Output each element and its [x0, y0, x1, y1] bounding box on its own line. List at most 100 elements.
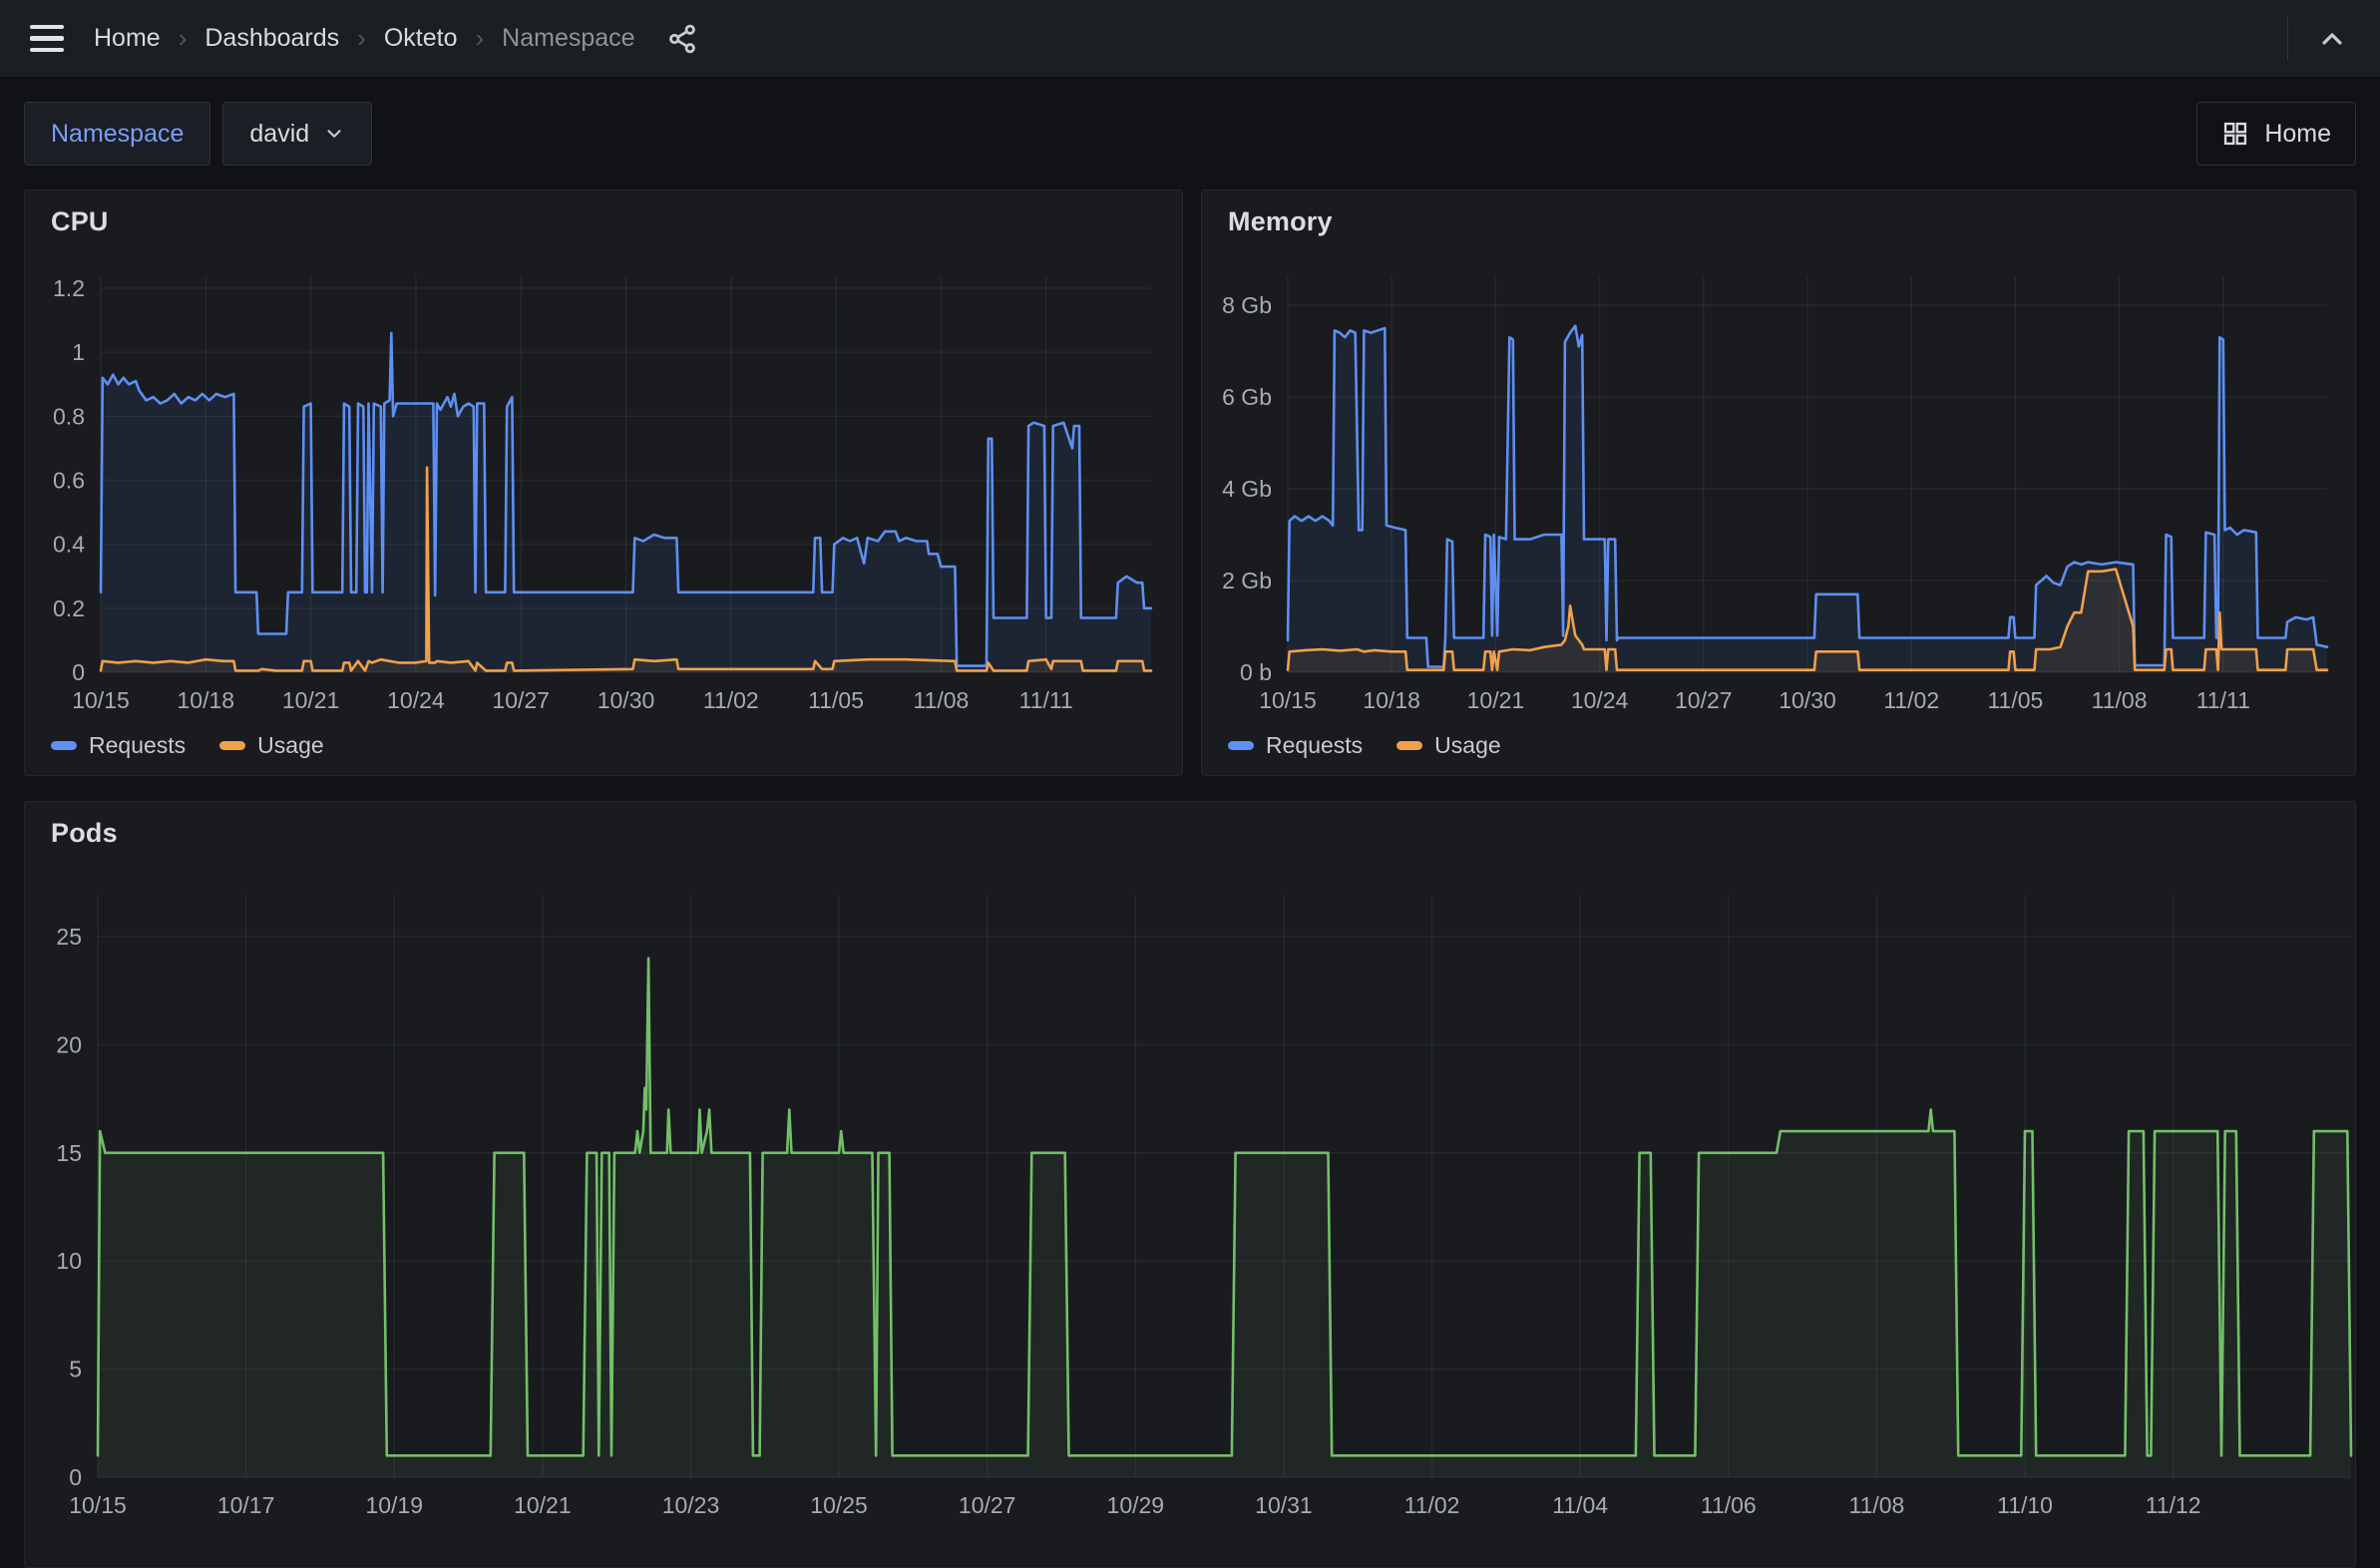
y-axis-tick-label: 6 Gb	[1222, 384, 1272, 410]
memory-chart[interactable]: 0 b 2 Gb 4 Gb 6 Gb 8 Gb 10/15 10/18 10/21 10/24 1…	[1202, 191, 2355, 775]
x-axis-tick-label: 10/30	[1779, 687, 1836, 713]
y-axis-tick-label: 0	[72, 659, 85, 685]
panel-pods: Pods 051015202510/1510/1710/1910/2110/23…	[24, 801, 2356, 1568]
x-axis-tick-label: 10/19	[365, 1492, 423, 1518]
legend-label: Requests	[1266, 732, 1363, 759]
y-axis-tick-label: 0.8	[53, 403, 85, 429]
x-axis-tick-label: 11/08	[1848, 1492, 1904, 1518]
x-axis-tick-label: 11/02	[1404, 1492, 1460, 1518]
x-axis-tick-label: 11/08	[913, 687, 969, 713]
y-axis-tick-label: 25	[56, 924, 82, 950]
breadcrumb-dashboards[interactable]: Dashboards	[204, 24, 339, 53]
legend-item-requests[interactable]: Requests	[1228, 732, 1363, 759]
chevron-up-icon	[2316, 23, 2348, 55]
nav-divider	[2287, 17, 2288, 61]
legend-swatch	[1228, 741, 1254, 750]
y-axis-tick-label: 1	[72, 339, 85, 365]
breadcrumb-home[interactable]: Home	[94, 24, 161, 53]
x-axis-tick-label: 11/02	[703, 687, 759, 713]
x-axis-tick-label: 11/11	[2196, 687, 2250, 713]
y-axis-tick-label: 15	[56, 1140, 82, 1166]
breadcrumb-okteto[interactable]: Okteto	[384, 24, 458, 53]
x-axis-tick-label: 11/12	[2146, 1492, 2201, 1518]
share-icon	[665, 22, 699, 56]
home-button-label: Home	[2264, 120, 2331, 149]
x-axis-tick-label: 11/08	[2092, 687, 2148, 713]
x-axis-tick-label: 10/25	[810, 1492, 868, 1518]
x-axis-tick-label: 10/21	[1467, 687, 1525, 713]
y-axis-tick-label: 8 Gb	[1222, 292, 1272, 318]
x-axis-tick-label: 10/27	[1675, 687, 1733, 713]
cpu-plot: 00.20.40.60.811.210/1510/1810/2110/2410/…	[25, 191, 1182, 775]
x-axis-tick-label: 10/27	[959, 1492, 1016, 1518]
chevron-right-icon: ›	[179, 25, 188, 51]
pods-plot: 051015202510/1510/1710/1910/2110/2310/25…	[25, 802, 2355, 1567]
apps-grid-icon	[2221, 120, 2249, 148]
legend-item-usage[interactable]: Usage	[1396, 732, 1500, 759]
legend-swatch	[51, 741, 77, 750]
home-dashboard-button[interactable]: Home	[2196, 102, 2356, 166]
x-axis-tick-label: 11/05	[1987, 687, 2043, 713]
y-axis-tick-label: 0.2	[53, 595, 85, 621]
menu-button[interactable]	[26, 17, 70, 61]
x-axis-tick-label: 10/15	[69, 1492, 127, 1518]
chevron-right-icon: ›	[476, 25, 485, 51]
variable-value: david	[249, 120, 309, 149]
memory-plot: 0 b 2 Gb 4 Gb 6 Gb 8 Gb 10/15 10/18 10/21 10/24 1…	[1202, 191, 2355, 775]
x-axis-tick-label: 11/10	[1997, 1492, 2053, 1518]
series-area-pods	[98, 959, 2351, 1477]
x-axis-tick-label: 11/06	[1701, 1492, 1757, 1518]
nav-right	[2287, 17, 2354, 61]
y-axis-tick-label: 0.4	[53, 532, 85, 558]
y-axis-tick-label: 20	[56, 1031, 82, 1057]
series-line-pods	[98, 959, 2351, 1456]
cpu-chart[interactable]: 00.20.40.60.811.210/1510/1810/2110/2410/…	[25, 191, 1182, 775]
legend-swatch	[219, 741, 245, 750]
legend-label: Requests	[89, 732, 186, 759]
x-axis-tick-label: 10/23	[662, 1492, 720, 1518]
x-axis-tick-label: 10/21	[514, 1492, 572, 1518]
y-axis-tick-label: 0	[69, 1464, 82, 1490]
breadcrumb: Home › Dashboards › Okteto › Namespace	[94, 24, 635, 53]
x-axis-tick-label: 10/15	[1259, 687, 1317, 713]
share-button[interactable]	[659, 16, 705, 62]
menu-icon	[30, 25, 64, 30]
legend-item-usage[interactable]: Usage	[219, 732, 323, 759]
x-axis-tick-label: 10/17	[217, 1492, 275, 1518]
y-axis-tick-label: 5	[69, 1357, 82, 1382]
variable-namespace: Namespace david	[24, 102, 372, 166]
x-axis-tick-label: 10/24	[387, 687, 445, 713]
x-axis-tick-label: 11/04	[1552, 1492, 1608, 1518]
x-axis-tick-label: 11/05	[808, 687, 864, 713]
x-axis-tick-label: 11/11	[1019, 687, 1073, 713]
legend-swatch	[1396, 741, 1422, 750]
chevron-right-icon: ›	[357, 25, 366, 51]
x-axis-tick-label: 10/30	[597, 687, 655, 713]
y-axis-tick-label: 0 b	[1240, 659, 1272, 685]
x-axis-tick-label: 10/21	[282, 687, 340, 713]
x-axis-tick-label: 10/27	[492, 687, 550, 713]
y-axis-tick-label: 1.2	[53, 275, 85, 301]
panel-cpu: CPU 00.20.40.60.811.210/1510/1810/2110/2…	[24, 190, 1183, 776]
pods-chart[interactable]: 051015202510/1510/1710/1910/2110/2310/25…	[25, 802, 2355, 1567]
collapse-nav-button[interactable]	[2310, 17, 2354, 61]
x-axis-tick-label: 10/29	[1107, 1492, 1165, 1518]
y-axis-tick-label: 4 Gb	[1222, 476, 1272, 502]
y-axis-tick-label: 0.6	[53, 468, 85, 494]
dashboard-toolbar: Namespace david Home	[24, 102, 2356, 166]
x-axis-tick-label: 10/18	[1363, 687, 1420, 713]
memory-legend: Requests Usage	[1228, 732, 1501, 759]
x-axis-tick-label: 11/02	[1883, 687, 1939, 713]
cpu-legend: Requests Usage	[51, 732, 324, 759]
legend-label: Usage	[1434, 732, 1500, 759]
top-nav: Home › Dashboards › Okteto › Namespace	[0, 0, 2380, 78]
variable-value-dropdown[interactable]: david	[222, 102, 372, 166]
panel-memory: Memory 0 b2 Gb4 Gb6 Gb8 Gb10/1510/1810/2…	[1201, 190, 2356, 776]
y-axis-tick-label: 2 Gb	[1222, 568, 1272, 593]
breadcrumb-namespace: Namespace	[502, 24, 634, 53]
variable-label: Namespace	[24, 102, 210, 166]
legend-label: Usage	[257, 732, 323, 759]
legend-item-requests[interactable]: Requests	[51, 732, 186, 759]
x-axis-tick-label: 10/24	[1571, 687, 1629, 713]
x-axis-tick-label: 10/18	[178, 687, 235, 713]
